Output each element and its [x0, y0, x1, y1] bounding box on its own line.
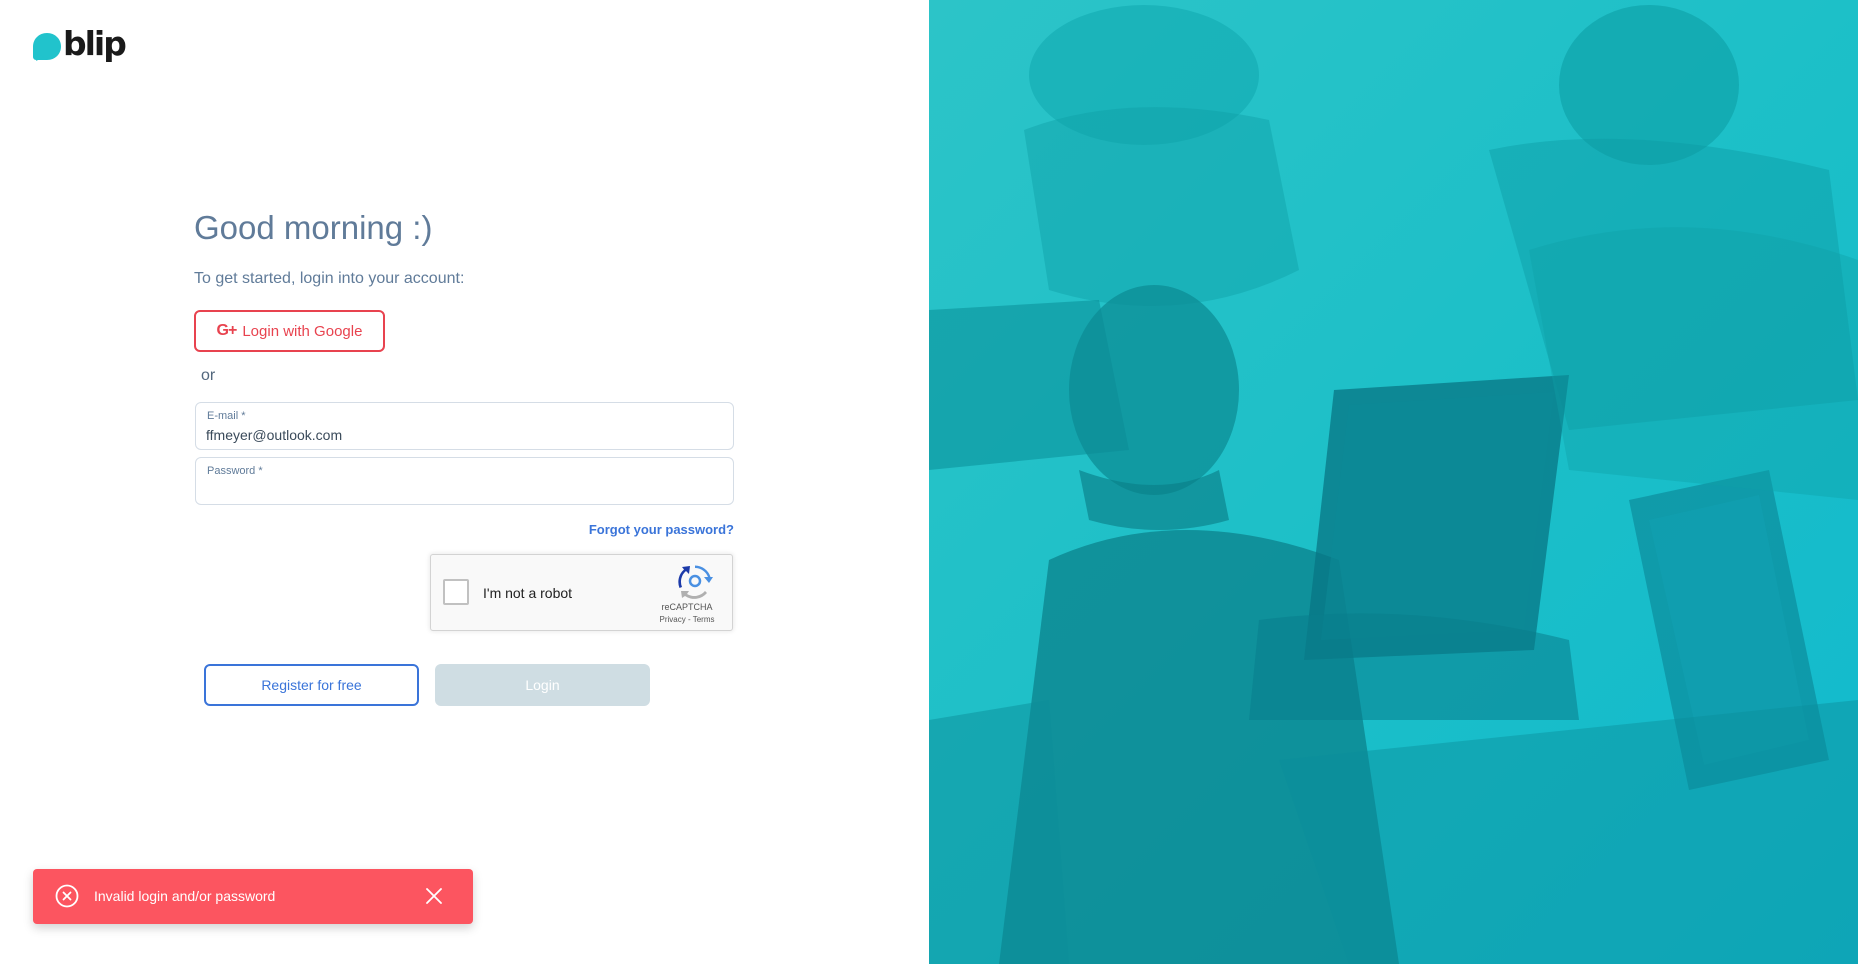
recaptcha-brand: reCAPTCHA — [661, 602, 713, 612]
hero-image — [929, 0, 1858, 964]
close-icon[interactable] — [422, 884, 446, 908]
register-button[interactable]: Register for free — [204, 664, 419, 706]
recaptcha-label: I'm not a robot — [483, 585, 573, 601]
recaptcha-logo-icon — [678, 565, 713, 599]
login-with-google-button[interactable]: G+ Login with Google — [194, 310, 385, 352]
email-label: E-mail * — [207, 410, 246, 422]
login-button[interactable]: Login — [435, 664, 650, 706]
login-subtitle: To get started, login into your account: — [194, 270, 465, 287]
greeting-title: Good morning :) — [194, 209, 433, 246]
email-field[interactable]: E-mail * — [195, 402, 734, 450]
or-separator: or — [201, 367, 216, 384]
login-page: blip Good morning :) To get started, log… — [0, 0, 1858, 964]
password-field[interactable]: Password * — [195, 457, 734, 505]
recaptcha-widget: I'm not a robot reCAPTCHA Privacy - Term… — [430, 554, 733, 631]
toast-message: Invalid login and/or password — [94, 888, 276, 904]
password-label: Password * — [207, 465, 263, 477]
blip-logo[interactable]: blip — [32, 24, 127, 63]
recaptcha-checkbox[interactable] — [443, 579, 469, 605]
google-button-label: Login with Google — [242, 322, 363, 340]
speech-bubble-icon — [33, 32, 61, 61]
forgot-password-link[interactable]: Forgot your password? — [589, 522, 734, 537]
email-input[interactable] — [206, 425, 721, 445]
password-input[interactable] — [206, 480, 721, 500]
hero-illustration — [929, 5, 1858, 964]
login-panel: blip Good morning :) To get started, log… — [0, 0, 929, 964]
logo-text: blip — [63, 24, 127, 63]
error-circle-icon — [55, 884, 79, 908]
recaptcha-privacy-terms-links[interactable]: Privacy - Terms — [645, 615, 729, 624]
google-plus-icon: G+ — [216, 322, 238, 339]
error-toast: Invalid login and/or password — [33, 869, 473, 924]
